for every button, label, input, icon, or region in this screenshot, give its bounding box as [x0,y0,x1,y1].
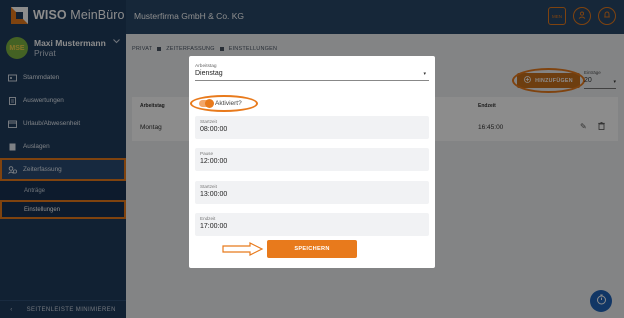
end-time-field[interactable]: Endzeit 17:00:00 [195,213,429,236]
field-value: 12:00:00 [200,158,228,165]
workday-value: Dienstag [195,70,223,77]
arrow-right-icon [222,242,264,261]
start-time-field[interactable]: Startzeit 08:00:00 [195,116,429,139]
second-start-time-field[interactable]: Startzeit 13:00:00 [195,181,429,204]
field-label: Startzeit [200,184,217,189]
workday-label: Arbeitstag [195,64,217,69]
activated-label: Aktiviert? [215,100,242,107]
field-value: 13:00:00 [200,191,228,198]
field-label: Endzeit [200,216,216,221]
activated-toggle[interactable] [199,99,214,108]
break-time-field[interactable]: Pause 12:00:00 [195,148,429,171]
field-label: Pause [200,151,214,156]
edit-settings-dialog: Arbeitstag Dienstag ▾ Aktiviert? Startze… [189,56,435,268]
field-value: 17:00:00 [200,223,228,230]
field-label: Startzeit [200,119,217,124]
toggle-knob [205,99,214,108]
dropdown-arrow-icon: ▾ [423,71,426,77]
field-value: 08:00:00 [200,126,228,133]
save-button[interactable]: SPEICHERN [267,240,357,258]
workday-select[interactable]: Dienstag ▾ [195,70,429,81]
